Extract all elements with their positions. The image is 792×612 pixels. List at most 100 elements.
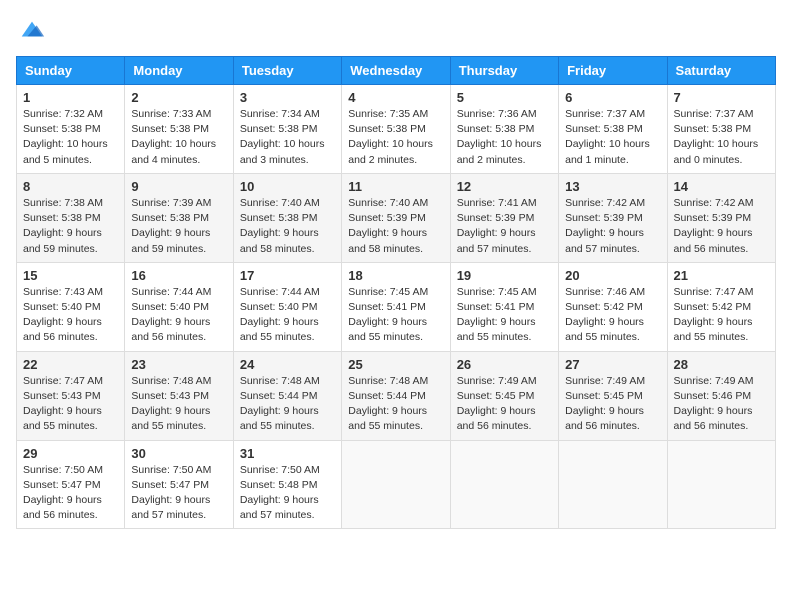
day-info: Sunrise: 7:44 AM Sunset: 5:40 PM Dayligh… xyxy=(240,285,335,346)
calendar-week-4: 22 Sunrise: 7:47 AM Sunset: 5:43 PM Dayl… xyxy=(17,351,776,440)
sunrise-label: Sunrise: 7:41 AM xyxy=(457,197,537,209)
logo xyxy=(16,16,46,44)
daylight-label: Daylight: 9 hours and 59 minutes. xyxy=(131,227,210,254)
sunset-label: Sunset: 5:40 PM xyxy=(23,301,101,313)
day-cell-21: 21 Sunrise: 7:47 AM Sunset: 5:42 PM Dayl… xyxy=(667,262,775,351)
sunrise-label: Sunrise: 7:39 AM xyxy=(131,197,211,209)
day-cell-31: 31 Sunrise: 7:50 AM Sunset: 5:48 PM Dayl… xyxy=(233,440,341,529)
day-number: 3 xyxy=(240,90,335,105)
sunset-label: Sunset: 5:41 PM xyxy=(457,301,535,313)
day-cell-22: 22 Sunrise: 7:47 AM Sunset: 5:43 PM Dayl… xyxy=(17,351,125,440)
daylight-label: Daylight: 9 hours and 57 minutes. xyxy=(131,494,210,521)
day-cell-6: 6 Sunrise: 7:37 AM Sunset: 5:38 PM Dayli… xyxy=(559,85,667,174)
column-header-tuesday: Tuesday xyxy=(233,57,341,85)
day-info: Sunrise: 7:49 AM Sunset: 5:45 PM Dayligh… xyxy=(565,374,660,435)
sunset-label: Sunset: 5:44 PM xyxy=(348,390,426,402)
day-info: Sunrise: 7:50 AM Sunset: 5:48 PM Dayligh… xyxy=(240,463,335,524)
day-info: Sunrise: 7:36 AM Sunset: 5:38 PM Dayligh… xyxy=(457,107,552,168)
sunrise-label: Sunrise: 7:32 AM xyxy=(23,108,103,120)
daylight-label: Daylight: 9 hours and 55 minutes. xyxy=(348,405,427,432)
sunset-label: Sunset: 5:39 PM xyxy=(348,212,426,224)
sunrise-label: Sunrise: 7:33 AM xyxy=(131,108,211,120)
day-number: 11 xyxy=(348,179,443,194)
day-cell-30: 30 Sunrise: 7:50 AM Sunset: 5:47 PM Dayl… xyxy=(125,440,233,529)
day-cell-4: 4 Sunrise: 7:35 AM Sunset: 5:38 PM Dayli… xyxy=(342,85,450,174)
sunrise-label: Sunrise: 7:49 AM xyxy=(457,375,537,387)
empty-cell xyxy=(667,440,775,529)
day-number: 22 xyxy=(23,357,118,372)
daylight-label: Daylight: 10 hours and 4 minutes. xyxy=(131,138,216,165)
day-cell-12: 12 Sunrise: 7:41 AM Sunset: 5:39 PM Dayl… xyxy=(450,173,558,262)
sunset-label: Sunset: 5:42 PM xyxy=(565,301,643,313)
day-number: 18 xyxy=(348,268,443,283)
day-number: 29 xyxy=(23,446,118,461)
day-number: 4 xyxy=(348,90,443,105)
day-info: Sunrise: 7:42 AM Sunset: 5:39 PM Dayligh… xyxy=(565,196,660,257)
daylight-label: Daylight: 9 hours and 56 minutes. xyxy=(457,405,536,432)
day-number: 5 xyxy=(457,90,552,105)
sunset-label: Sunset: 5:38 PM xyxy=(240,123,318,135)
daylight-label: Daylight: 9 hours and 55 minutes. xyxy=(23,405,102,432)
day-info: Sunrise: 7:40 AM Sunset: 5:38 PM Dayligh… xyxy=(240,196,335,257)
day-cell-8: 8 Sunrise: 7:38 AM Sunset: 5:38 PM Dayli… xyxy=(17,173,125,262)
sunrise-label: Sunrise: 7:36 AM xyxy=(457,108,537,120)
day-number: 28 xyxy=(674,357,769,372)
sunrise-label: Sunrise: 7:34 AM xyxy=(240,108,320,120)
sunrise-label: Sunrise: 7:45 AM xyxy=(457,286,537,298)
day-number: 14 xyxy=(674,179,769,194)
daylight-label: Daylight: 9 hours and 55 minutes. xyxy=(674,316,753,343)
day-cell-15: 15 Sunrise: 7:43 AM Sunset: 5:40 PM Dayl… xyxy=(17,262,125,351)
calendar-body: 1 Sunrise: 7:32 AM Sunset: 5:38 PM Dayli… xyxy=(17,85,776,529)
daylight-label: Daylight: 9 hours and 56 minutes. xyxy=(674,405,753,432)
sunrise-label: Sunrise: 7:37 AM xyxy=(674,108,754,120)
day-info: Sunrise: 7:41 AM Sunset: 5:39 PM Dayligh… xyxy=(457,196,552,257)
sunset-label: Sunset: 5:46 PM xyxy=(674,390,752,402)
calendar-header-row: SundayMondayTuesdayWednesdayThursdayFrid… xyxy=(17,57,776,85)
day-number: 17 xyxy=(240,268,335,283)
day-cell-25: 25 Sunrise: 7:48 AM Sunset: 5:44 PM Dayl… xyxy=(342,351,450,440)
day-cell-24: 24 Sunrise: 7:48 AM Sunset: 5:44 PM Dayl… xyxy=(233,351,341,440)
calendar-table: SundayMondayTuesdayWednesdayThursdayFrid… xyxy=(16,56,776,529)
sunset-label: Sunset: 5:38 PM xyxy=(240,212,318,224)
day-number: 2 xyxy=(131,90,226,105)
day-cell-26: 26 Sunrise: 7:49 AM Sunset: 5:45 PM Dayl… xyxy=(450,351,558,440)
day-cell-16: 16 Sunrise: 7:44 AM Sunset: 5:40 PM Dayl… xyxy=(125,262,233,351)
day-number: 31 xyxy=(240,446,335,461)
sunset-label: Sunset: 5:38 PM xyxy=(674,123,752,135)
sunset-label: Sunset: 5:39 PM xyxy=(565,212,643,224)
day-info: Sunrise: 7:49 AM Sunset: 5:46 PM Dayligh… xyxy=(674,374,769,435)
sunrise-label: Sunrise: 7:50 AM xyxy=(23,464,103,476)
day-info: Sunrise: 7:48 AM Sunset: 5:44 PM Dayligh… xyxy=(348,374,443,435)
day-cell-17: 17 Sunrise: 7:44 AM Sunset: 5:40 PM Dayl… xyxy=(233,262,341,351)
sunset-label: Sunset: 5:38 PM xyxy=(565,123,643,135)
sunrise-label: Sunrise: 7:42 AM xyxy=(674,197,754,209)
calendar-week-3: 15 Sunrise: 7:43 AM Sunset: 5:40 PM Dayl… xyxy=(17,262,776,351)
sunrise-label: Sunrise: 7:43 AM xyxy=(23,286,103,298)
day-info: Sunrise: 7:43 AM Sunset: 5:40 PM Dayligh… xyxy=(23,285,118,346)
sunset-label: Sunset: 5:40 PM xyxy=(131,301,209,313)
day-cell-1: 1 Sunrise: 7:32 AM Sunset: 5:38 PM Dayli… xyxy=(17,85,125,174)
day-info: Sunrise: 7:38 AM Sunset: 5:38 PM Dayligh… xyxy=(23,196,118,257)
sunset-label: Sunset: 5:38 PM xyxy=(348,123,426,135)
daylight-label: Daylight: 10 hours and 1 minute. xyxy=(565,138,650,165)
day-info: Sunrise: 7:48 AM Sunset: 5:44 PM Dayligh… xyxy=(240,374,335,435)
calendar-week-1: 1 Sunrise: 7:32 AM Sunset: 5:38 PM Dayli… xyxy=(17,85,776,174)
sunrise-label: Sunrise: 7:48 AM xyxy=(240,375,320,387)
day-info: Sunrise: 7:39 AM Sunset: 5:38 PM Dayligh… xyxy=(131,196,226,257)
day-info: Sunrise: 7:46 AM Sunset: 5:42 PM Dayligh… xyxy=(565,285,660,346)
calendar-week-5: 29 Sunrise: 7:50 AM Sunset: 5:47 PM Dayl… xyxy=(17,440,776,529)
sunrise-label: Sunrise: 7:50 AM xyxy=(240,464,320,476)
day-cell-14: 14 Sunrise: 7:42 AM Sunset: 5:39 PM Dayl… xyxy=(667,173,775,262)
daylight-label: Daylight: 9 hours and 55 minutes. xyxy=(457,316,536,343)
daylight-label: Daylight: 9 hours and 56 minutes. xyxy=(23,316,102,343)
sunrise-label: Sunrise: 7:49 AM xyxy=(674,375,754,387)
sunrise-label: Sunrise: 7:40 AM xyxy=(240,197,320,209)
daylight-label: Daylight: 9 hours and 58 minutes. xyxy=(240,227,319,254)
day-number: 12 xyxy=(457,179,552,194)
day-number: 19 xyxy=(457,268,552,283)
day-info: Sunrise: 7:49 AM Sunset: 5:45 PM Dayligh… xyxy=(457,374,552,435)
column-header-saturday: Saturday xyxy=(667,57,775,85)
day-number: 6 xyxy=(565,90,660,105)
sunset-label: Sunset: 5:40 PM xyxy=(240,301,318,313)
sunset-label: Sunset: 5:45 PM xyxy=(565,390,643,402)
